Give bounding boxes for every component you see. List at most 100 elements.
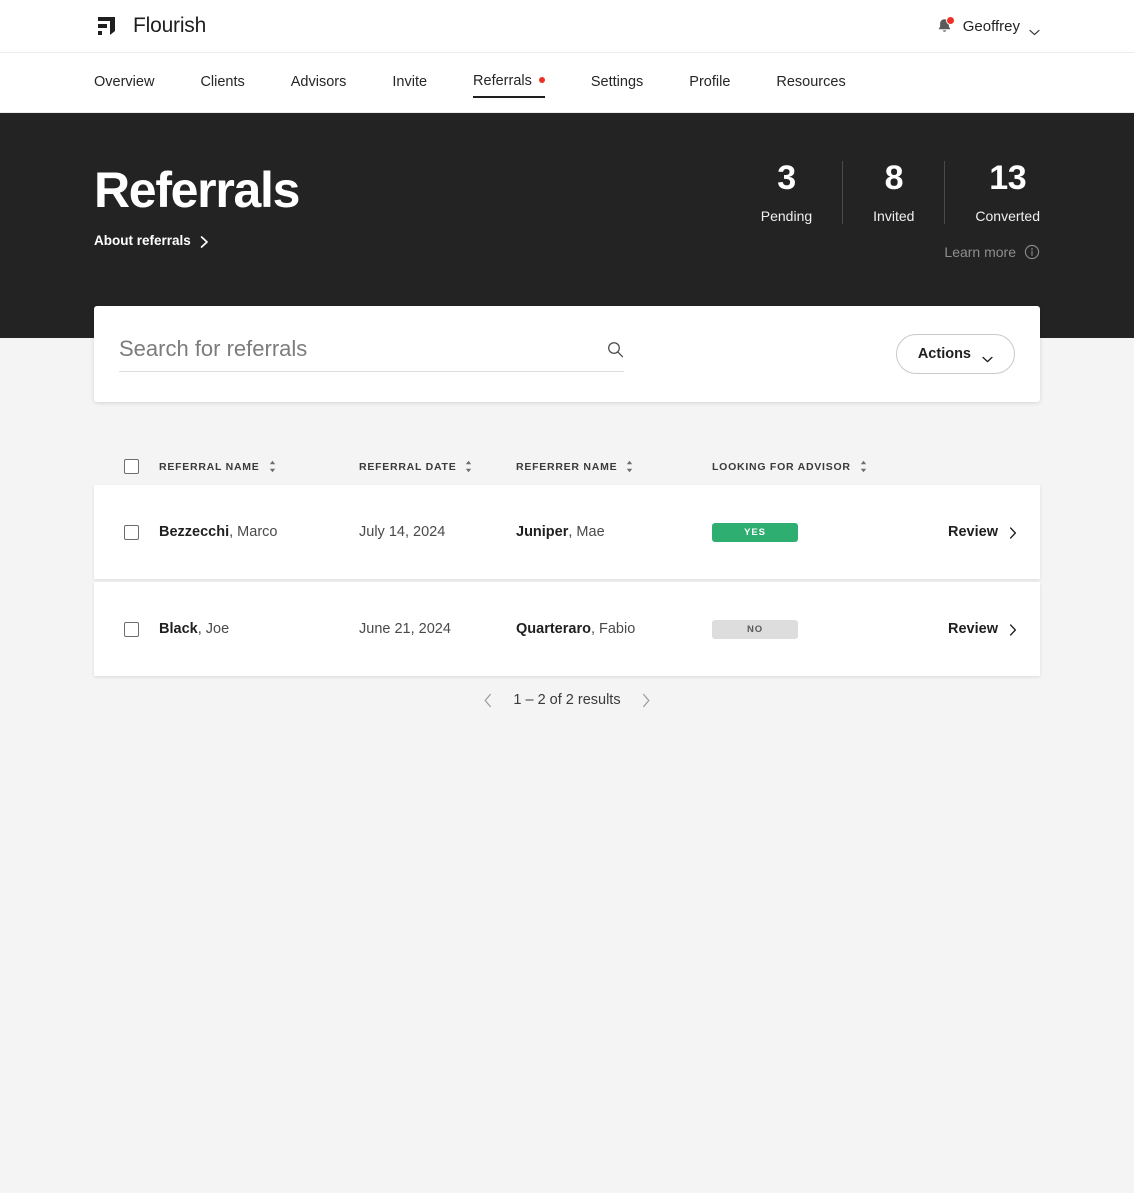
referrer-last-name: Juniper bbox=[516, 524, 569, 540]
page-title: Referrals bbox=[94, 162, 300, 218]
account-name: Geoffrey bbox=[962, 17, 1020, 35]
nav-item-referrals[interactable]: Referrals bbox=[473, 67, 545, 98]
learn-more-link[interactable]: Learn more bbox=[944, 244, 1040, 260]
chevron-right-icon bbox=[1009, 623, 1017, 636]
about-referrals-link[interactable]: About referrals bbox=[94, 233, 299, 248]
account-menu[interactable]: Geoffrey bbox=[935, 15, 1040, 36]
column-header-looking-for-advisor[interactable]: LOOKING FOR ADVISOR bbox=[712, 460, 948, 473]
cell-action: Review bbox=[948, 621, 1059, 637]
pagination: 1 – 2 of 2 results bbox=[94, 692, 1040, 708]
stat-value: 13 bbox=[989, 159, 1027, 197]
stat-invited: 8 Invited bbox=[842, 159, 944, 224]
cell-looking-for-advisor: YES bbox=[712, 522, 948, 542]
review-label: Review bbox=[948, 621, 998, 637]
nav-item-label: Resources bbox=[776, 74, 846, 90]
actions-button-label: Actions bbox=[917, 346, 971, 362]
referral-first-name: , Joe bbox=[197, 621, 230, 637]
nav-item-clients[interactable]: Clients bbox=[200, 68, 244, 97]
stat-value: 3 bbox=[777, 159, 796, 197]
column-header-label: REFERRER NAME bbox=[516, 460, 618, 473]
nav-item-invite[interactable]: Invite bbox=[392, 68, 427, 97]
flourish-logo-icon bbox=[94, 13, 120, 39]
cell-referral-date: June 21, 2024 bbox=[359, 621, 451, 637]
referrals-table: REFERRAL NAME REFERRAL DATE REFERRER NAME L… bbox=[94, 448, 1040, 679]
cell-referral-name: Black, Joe bbox=[159, 621, 359, 637]
brand[interactable]: Flourish bbox=[94, 13, 206, 39]
chevron-down-icon bbox=[982, 351, 993, 362]
nav-item-resources[interactable]: Resources bbox=[776, 68, 845, 97]
sort-updown-icon[interactable] bbox=[860, 460, 867, 473]
referrer-first-name: , Fabio bbox=[590, 621, 636, 637]
row-checkbox[interactable] bbox=[124, 524, 139, 540]
notification-badge-dot bbox=[945, 15, 955, 25]
stat-label: Invited bbox=[873, 207, 915, 224]
nav-item-label: Clients bbox=[200, 74, 245, 90]
search-box[interactable] bbox=[119, 336, 624, 372]
sort-updown-icon[interactable] bbox=[465, 460, 472, 473]
nav-item-label: Overview bbox=[94, 74, 155, 90]
stat-label: Converted bbox=[975, 207, 1040, 224]
learn-more-label: Learn more bbox=[944, 243, 1016, 260]
cell-referral-name: Bezzecchi, Marco bbox=[159, 524, 359, 540]
stat-converted: 13 Converted bbox=[944, 159, 1040, 224]
referral-first-name: , Marco bbox=[229, 524, 278, 540]
search-card: Actions bbox=[94, 306, 1040, 402]
chevron-left-icon[interactable] bbox=[483, 693, 493, 708]
cell-referrer-name: Juniper, Mae bbox=[516, 524, 712, 540]
review-button[interactable]: Review bbox=[948, 524, 1017, 540]
search-icon[interactable] bbox=[607, 341, 624, 358]
sort-updown-icon[interactable] bbox=[269, 460, 276, 473]
nav-item-label: Settings bbox=[590, 74, 644, 90]
row-checkbox[interactable] bbox=[124, 621, 139, 637]
nav-item-label: Profile bbox=[689, 74, 731, 90]
table-row[interactable]: Bezzecchi, Marco July 14, 2024 Juniper, Ma… bbox=[94, 485, 1040, 579]
chevron-down-icon bbox=[1029, 23, 1040, 35]
hero-stats: 3 Pending 8 Invited 13 Converted bbox=[731, 159, 1040, 224]
referrer-first-name: , Mae bbox=[568, 524, 605, 540]
notification-bell-icon[interactable] bbox=[935, 15, 955, 36]
status-badge: YES bbox=[712, 523, 798, 542]
brand-name: Flourish bbox=[133, 14, 207, 37]
chevron-right-icon[interactable] bbox=[641, 693, 651, 708]
column-header-label: LOOKING FOR ADVISOR bbox=[712, 460, 851, 473]
table-row[interactable]: Black, Joe June 21, 2024 Quarteraro, Fabio… bbox=[94, 582, 1040, 676]
nav-item-advisors[interactable]: Advisors bbox=[291, 68, 347, 97]
stat-value: 8 bbox=[884, 159, 904, 197]
actions-button[interactable]: Actions bbox=[895, 334, 1015, 374]
chevron-right-icon bbox=[1009, 526, 1017, 539]
stat-label: Pending bbox=[760, 207, 813, 224]
nav-item-settings[interactable]: Settings bbox=[591, 68, 643, 97]
cell-referral-date: July 14, 2024 bbox=[359, 524, 446, 540]
cell-action: Review bbox=[948, 524, 1059, 540]
select-all-checkbox[interactable] bbox=[124, 459, 139, 474]
nav-item-label: Advisors bbox=[290, 74, 347, 90]
info-circle-icon bbox=[1024, 244, 1040, 260]
nav-item-label: Invite bbox=[392, 74, 428, 90]
column-header-label: REFERRAL NAME bbox=[159, 460, 260, 473]
nav-item-profile[interactable]: Profile bbox=[689, 68, 730, 97]
select-all-cell bbox=[124, 459, 159, 474]
referral-last-name: Black bbox=[159, 621, 198, 637]
review-label: Review bbox=[948, 524, 998, 540]
chevron-right-icon bbox=[200, 235, 209, 248]
column-header-referral-name[interactable]: REFERRAL NAME bbox=[159, 460, 359, 473]
about-referrals-label: About referrals bbox=[94, 233, 191, 248]
table-body: Bezzecchi, Marco July 14, 2024 Juniper, Ma… bbox=[94, 485, 1040, 676]
cell-looking-for-advisor: NO bbox=[712, 619, 948, 639]
main-nav: Overview Clients Advisors Invite Referrals Se… bbox=[0, 53, 1134, 113]
column-header-referrer-name[interactable]: REFERRER NAME bbox=[516, 460, 712, 473]
stat-pending: 3 Pending bbox=[731, 159, 842, 224]
nav-item-overview[interactable]: Overview bbox=[94, 68, 154, 97]
nav-item-label: Referrals bbox=[473, 73, 532, 89]
referrer-last-name: Quarteraro bbox=[516, 621, 591, 637]
cell-referrer-name: Quarteraro, Fabio bbox=[516, 621, 712, 637]
nav-unread-dot bbox=[538, 77, 545, 84]
column-header-label: REFERRAL DATE bbox=[359, 460, 457, 473]
sort-updown-icon[interactable] bbox=[626, 460, 633, 473]
status-badge: NO bbox=[712, 620, 798, 639]
search-input[interactable] bbox=[119, 336, 607, 362]
review-button[interactable]: Review bbox=[948, 621, 1017, 637]
column-header-referral-date[interactable]: REFERRAL DATE bbox=[359, 460, 516, 473]
referral-last-name: Bezzecchi bbox=[159, 524, 230, 540]
row-select-cell bbox=[124, 621, 159, 637]
